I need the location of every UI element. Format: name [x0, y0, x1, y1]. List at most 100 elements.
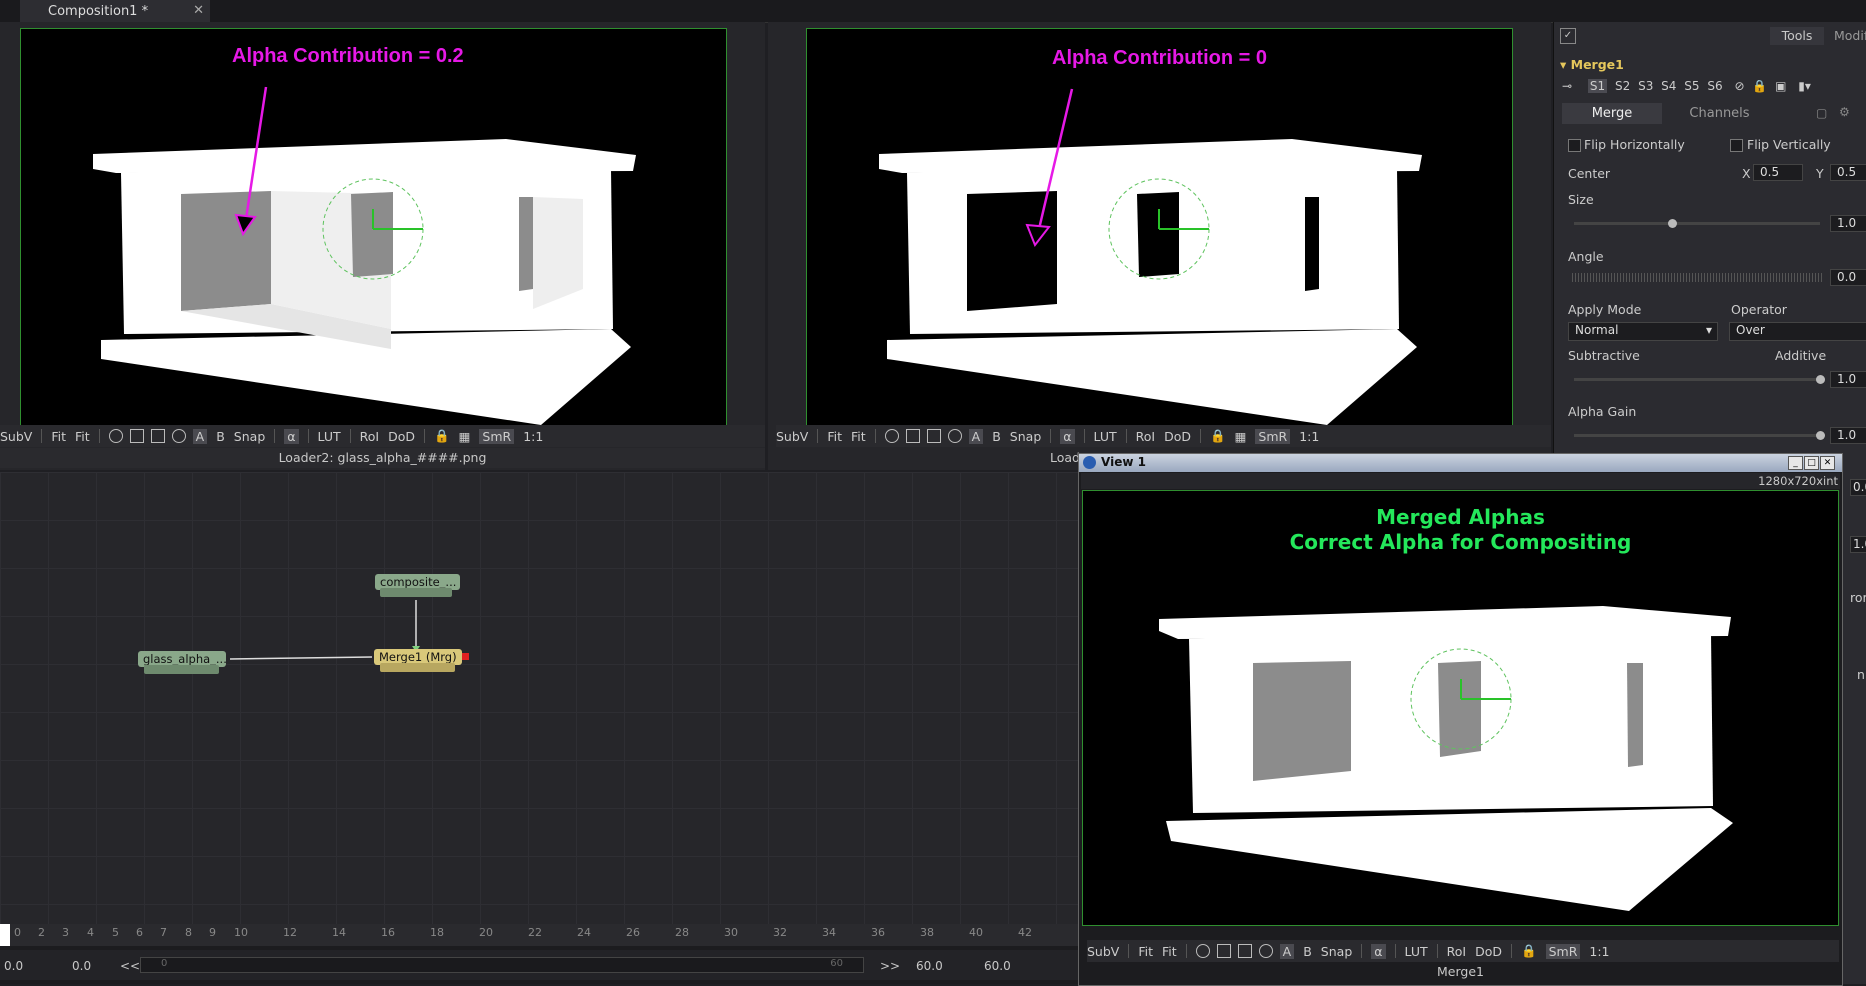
smr-button[interactable]: SmR	[479, 428, 515, 444]
sub-add-field[interactable]: 1.0	[1830, 371, 1866, 388]
center-y-field[interactable]: 0.5	[1830, 164, 1866, 181]
fit-button-2[interactable]: Fit	[75, 429, 90, 444]
angle-thumbwheel[interactable]	[1572, 273, 1822, 282]
angle-field[interactable]: 0.0	[1830, 269, 1866, 286]
lock-icon[interactable]: 🔒	[1752, 79, 1767, 93]
grid-icon[interactable]	[1216, 944, 1231, 958]
operator-dropdown[interactable]: Over	[1729, 322, 1866, 341]
slot-s2[interactable]: S2	[1615, 79, 1630, 93]
flip-horizontal-checkbox[interactable]	[1568, 139, 1581, 152]
tab-tools[interactable]: Tools	[1770, 27, 1824, 45]
alpha-gain-field[interactable]: 1.0	[1830, 427, 1866, 444]
floating-view-window[interactable]: View 1 _ □ ✕ 1280x720xint Merged Alphas …	[1078, 453, 1843, 986]
window-titlebar[interactable]: View 1 _ □ ✕	[1079, 454, 1842, 472]
range-scrollbar[interactable]: 0 60	[140, 957, 864, 973]
close-button[interactable]: ✕	[1820, 456, 1835, 470]
apply-mode-dropdown[interactable]: Normal ▾	[1568, 322, 1718, 341]
lut-button[interactable]: LUT	[1094, 429, 1117, 444]
checker-icon[interactable]: ▦	[459, 429, 471, 444]
alpha-icon[interactable]: α	[284, 428, 299, 444]
rect-icon[interactable]	[926, 429, 941, 443]
fastforward-button[interactable]: >>	[880, 959, 900, 973]
subtab-channels[interactable]: Channels	[1662, 103, 1777, 124]
draw-icon[interactable]	[884, 429, 899, 443]
render-start-field[interactable]: 0.0	[72, 959, 91, 973]
grid-icon[interactable]	[129, 429, 144, 443]
fit-button[interactable]: Fit	[827, 429, 842, 444]
subtab-merge[interactable]: Merge	[1562, 103, 1662, 124]
lut-button[interactable]: LUT	[318, 429, 341, 444]
subv-button[interactable]: SubV	[1087, 944, 1119, 959]
zoom-1to1-button[interactable]: 1:1	[1299, 429, 1319, 444]
partial-field-2[interactable]: 1.0	[1850, 536, 1866, 553]
zoom-1to1-button[interactable]: 1:1	[523, 429, 543, 444]
viewport-left[interactable]: Alpha Contribution = 0.2	[20, 28, 727, 426]
smr-button[interactable]: SmR	[1545, 943, 1581, 959]
partial-field-1[interactable]: 0.0	[1850, 479, 1866, 496]
circle-icon[interactable]	[171, 429, 186, 443]
alpha-gain-slider-knob[interactable]	[1815, 431, 1825, 440]
dod-button[interactable]: DoD	[1164, 429, 1191, 444]
alpha-gain-slider[interactable]	[1574, 434, 1820, 437]
size-slider-knob[interactable]	[1667, 219, 1677, 228]
slot-s3[interactable]: S3	[1638, 79, 1653, 93]
lut-button[interactable]: LUT	[1405, 944, 1428, 959]
cache-icon[interactable]: ▣	[1775, 79, 1786, 93]
snap-button[interactable]: Snap	[234, 429, 265, 444]
render-end-field[interactable]: 60.0	[916, 959, 943, 973]
circle-icon[interactable]	[1258, 944, 1273, 958]
close-icon[interactable]: ✕	[193, 3, 204, 18]
b-button[interactable]: B	[216, 429, 225, 444]
smr-button[interactable]: SmR	[1255, 428, 1291, 444]
fit-button-2[interactable]: Fit	[851, 429, 866, 444]
slot-s4[interactable]: S4	[1661, 79, 1676, 93]
fit-button[interactable]: Fit	[51, 429, 66, 444]
tab-modifiers[interactable]: Modif	[1834, 27, 1866, 45]
grid-icon[interactable]	[905, 429, 920, 443]
minimize-button[interactable]: _	[1788, 456, 1803, 470]
size-field[interactable]: 1.0	[1830, 215, 1866, 232]
slot-s5[interactable]: S5	[1684, 79, 1699, 93]
rect-icon[interactable]	[150, 429, 165, 443]
maximize-button[interactable]: □	[1804, 456, 1819, 470]
checker-icon[interactable]: ▦	[1235, 429, 1247, 444]
subv-button[interactable]: SubV	[0, 429, 32, 444]
disable-icon[interactable]: ⊘	[1734, 79, 1744, 93]
slot-s1[interactable]: S1	[1587, 79, 1608, 93]
pin-icon[interactable]: ⊸	[1562, 79, 1572, 93]
slot-s6[interactable]: S6	[1707, 79, 1722, 93]
b-button[interactable]: B	[1303, 944, 1312, 959]
flow-node-editor[interactable]: composite_... glass_alpha_... Merge1 (Mr…	[0, 472, 1085, 924]
fit-button-2[interactable]: Fit	[1162, 944, 1177, 959]
dod-button[interactable]: DoD	[388, 429, 415, 444]
size-slider[interactable]	[1574, 222, 1820, 225]
rewind-button[interactable]: <<	[120, 959, 140, 973]
color-swatch-icon[interactable]: ▮▾	[1798, 79, 1811, 93]
global-start-field[interactable]: 0.0	[4, 959, 23, 973]
a-channel-button[interactable]: A	[968, 428, 984, 444]
settings-gear-icon[interactable]: ⚙	[1839, 105, 1850, 119]
dod-button[interactable]: DoD	[1475, 944, 1502, 959]
draw-icon[interactable]	[108, 429, 123, 443]
roi-button[interactable]: RoI	[1136, 429, 1155, 444]
b-button[interactable]: B	[992, 429, 1001, 444]
lock-icon[interactable]: 🔒	[1210, 428, 1226, 444]
time-ruler[interactable]: 0 2 3 4 5 6 7 8 9 10 12 14 16 18 20 22 2…	[0, 924, 1085, 946]
circle-icon[interactable]	[947, 429, 962, 443]
merge-output-port[interactable]	[462, 653, 469, 660]
tab-composition1[interactable]: Composition1 * ✕	[20, 0, 210, 22]
image-tab-icon[interactable]: ▢	[1816, 106, 1827, 120]
rect-icon[interactable]	[1237, 944, 1252, 958]
viewport-right[interactable]: Alpha Contribution = 0	[806, 28, 1513, 426]
checkbox-icon[interactable]: ✓	[1560, 28, 1576, 44]
alpha-icon[interactable]: α	[1371, 943, 1386, 959]
roi-button[interactable]: RoI	[360, 429, 379, 444]
lock-icon[interactable]: 🔒	[1521, 943, 1537, 959]
tool-header[interactable]: ▾ Merge1	[1560, 57, 1624, 72]
draw-icon[interactable]	[1195, 944, 1210, 958]
sub-add-slider-knob[interactable]	[1815, 375, 1825, 384]
playhead[interactable]	[0, 924, 10, 946]
lock-icon[interactable]: 🔒	[434, 428, 450, 444]
roi-button[interactable]: RoI	[1447, 944, 1466, 959]
a-channel-button[interactable]: A	[1279, 943, 1295, 959]
